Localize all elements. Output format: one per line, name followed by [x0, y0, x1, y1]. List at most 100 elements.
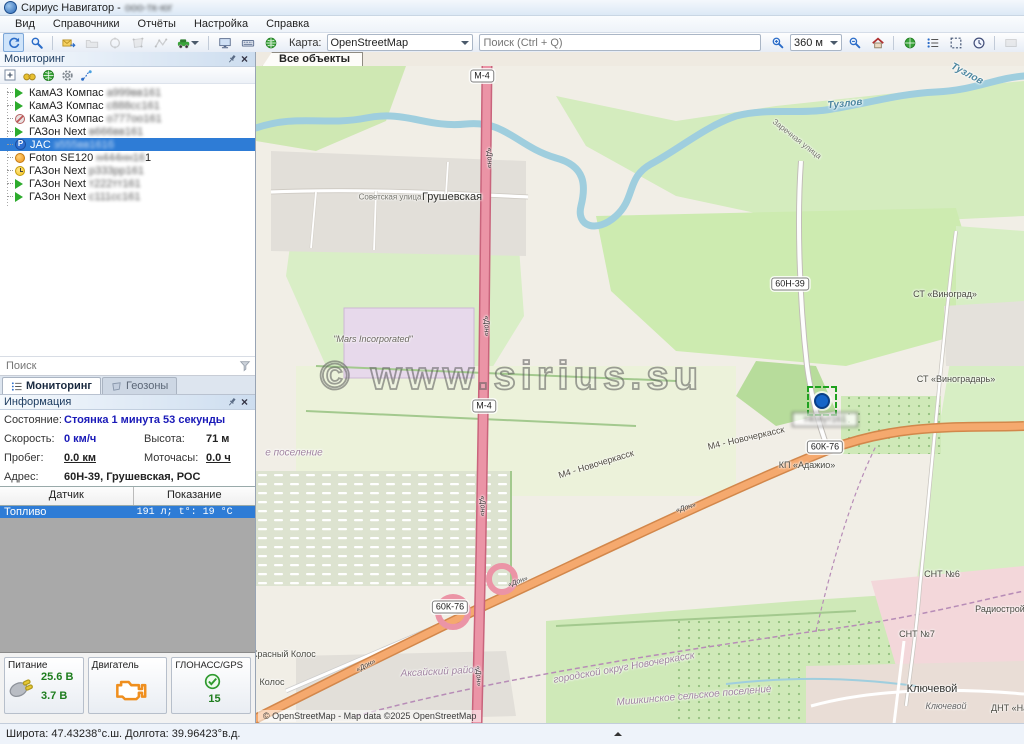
globe-online-icon: [264, 36, 278, 50]
menu-item-Справка[interactable]: Справка: [257, 17, 318, 31]
gps-satellite-count: 15: [208, 693, 220, 705]
vehicle-name: ГАЗон Next: [29, 178, 86, 190]
mileage-value[interactable]: 0.0 км: [64, 452, 144, 464]
history-button[interactable]: [968, 33, 989, 52]
tab-geozones-label: Геозоны: [126, 380, 168, 392]
select-area-button[interactable]: [945, 33, 966, 52]
vehicle-row[interactable]: Foton SE120н444нн161: [0, 151, 255, 164]
globe-icon[interactable]: [42, 69, 55, 82]
toolbar-separator: [208, 36, 209, 50]
list-icon: [926, 36, 940, 50]
sensor-col-name: Датчик: [0, 487, 134, 505]
vehicle-menu-button[interactable]: [173, 33, 203, 52]
map-source-button[interactable]: [899, 33, 920, 52]
home-view-button[interactable]: [867, 33, 888, 52]
dashed-rect-icon: [949, 36, 963, 50]
gear-icon[interactable]: [61, 69, 74, 82]
tab-monitoring-label: Мониторинг: [26, 380, 92, 392]
global-search-input[interactable]: [479, 34, 762, 51]
geozone-circle-button[interactable]: [104, 33, 125, 52]
tree-connector: [7, 131, 13, 132]
vehicle-status-icon-parking: [15, 139, 26, 150]
filter-icon[interactable]: [239, 360, 251, 372]
sensor-col-value: Показание: [134, 487, 255, 505]
vehicle-row[interactable]: ГАЗон Nextр333рр161: [0, 164, 255, 177]
vehicle-row[interactable]: КамАЗ Компаса999вв161: [0, 86, 255, 99]
vehicle-row[interactable]: КамАЗ Компасо777оо161: [0, 112, 255, 125]
vehicle-row[interactable]: ГАЗон Nextв666вв161: [0, 125, 255, 138]
menu-item-Отчёты[interactable]: Отчёты: [129, 17, 185, 31]
vehicle-name: Foton SE120: [29, 152, 93, 164]
zoom-level-combo[interactable]: 360 м: [790, 34, 842, 51]
map-canvas[interactable]: [256, 66, 1024, 724]
tab-geozones[interactable]: Геозоны: [102, 377, 177, 394]
expand-all-button[interactable]: [4, 69, 17, 82]
toolbar-separator: [52, 36, 53, 50]
vehicle-row[interactable]: ГАЗон Nextс111сс161: [0, 190, 255, 203]
address-value: 60Н-39, Грушевская, РОС: [64, 471, 251, 483]
zoom-level-value: 360 м: [794, 37, 823, 49]
sensor-row[interactable]: Топливо191 л; t°: 19 °C: [0, 506, 255, 518]
extra-panel-button[interactable]: [1000, 33, 1021, 52]
list-filter-input[interactable]: [4, 359, 235, 373]
zoom-search-button[interactable]: [26, 33, 47, 52]
map-select-value: OpenStreetMap: [331, 37, 409, 49]
map-tab-strip: [256, 52, 1024, 67]
export-icon: [62, 36, 76, 50]
pin-button[interactable]: [225, 53, 238, 65]
pin-button[interactable]: [225, 396, 238, 408]
vehicle-plate: с888сс161: [107, 100, 160, 112]
chevron-down-icon: [830, 41, 838, 49]
sensor-table-header: Датчик Показание: [0, 486, 255, 506]
close-button[interactable]: ×: [238, 53, 251, 65]
zoom-in-icon: [771, 36, 785, 50]
app-icon: [4, 1, 17, 14]
engine-gauge: Двигатель: [88, 657, 168, 714]
vehicle-status-icon-stale: [15, 153, 25, 163]
track-follow-button[interactable]: [3, 33, 24, 52]
menu-item-Вид[interactable]: Вид: [6, 17, 44, 31]
tab-monitoring[interactable]: Мониторинг: [2, 377, 101, 394]
geozone-polygon-button[interactable]: [127, 33, 148, 52]
connection-status-button[interactable]: [260, 33, 281, 52]
geozone-polyline-button[interactable]: [150, 33, 171, 52]
gauges-row: Питание 25.6 В 3.7 В Двигатель ГЛОНАСС/G…: [0, 653, 255, 724]
vehicle-status-icon-moving: [15, 179, 23, 189]
sensor-value: 191 л; t°: 19 °C: [137, 507, 255, 518]
gps-gauge-label: ГЛОНАСС/GPS: [175, 660, 247, 671]
hours-value[interactable]: 0.0 ч: [206, 452, 251, 464]
info-grid: Состояние: Стоянка 1 минута 53 секунды С…: [0, 410, 255, 486]
vehicle-row[interactable]: ГАЗон Nextт222тт161: [0, 177, 255, 190]
menu-bar: ВидСправочникиОтчётыНастройкаСправка: [0, 16, 1024, 33]
zoom-in-button[interactable]: [767, 33, 788, 52]
clock-icon: [972, 36, 986, 50]
list-filter-row: [0, 356, 255, 376]
vehicle-status-icon-nosignal: [15, 114, 25, 124]
sensor-table-empty-area: [0, 518, 255, 653]
send-report-button[interactable]: [58, 33, 79, 52]
menu-item-Настройка[interactable]: Настройка: [185, 17, 257, 31]
vehicle-row[interactable]: JACэ555вв161б: [0, 138, 255, 151]
zoom-out-button[interactable]: [844, 33, 865, 52]
monitoring-panel-title: Мониторинг: [4, 53, 65, 65]
title-bar: Сириус Навигатор - ооо-тк-юг: [0, 0, 1024, 16]
info-panel-title: Информация: [4, 396, 71, 408]
power-gauge: Питание 25.6 В 3.7 В: [4, 657, 84, 714]
menu-item-Справочники[interactable]: Справочники: [44, 17, 129, 31]
geozone-folder-button[interactable]: [81, 33, 102, 52]
statusbar-expand-icon[interactable]: [614, 728, 622, 736]
map-select-combo[interactable]: OpenStreetMap: [327, 34, 473, 51]
panel-tabs: Мониторинг Геозоны: [0, 376, 255, 395]
map-tab-all-objects[interactable]: Все объекты: [262, 52, 363, 67]
monitor-panel-button[interactable]: [214, 33, 235, 52]
hours-label: Моточасы:: [144, 452, 206, 464]
window-title: Сириус Навигатор -: [21, 2, 121, 14]
legend-button[interactable]: [922, 33, 943, 52]
binoculars-icon[interactable]: [23, 69, 36, 82]
vehicle-row[interactable]: КамАЗ Компасс888сс161: [0, 99, 255, 112]
route-icon[interactable]: [80, 69, 93, 82]
map-area[interactable]: Все объекты: [256, 52, 1024, 724]
sensor-name: Топливо: [0, 506, 137, 518]
keyboard-button[interactable]: [237, 33, 258, 52]
close-button[interactable]: ×: [238, 396, 251, 408]
